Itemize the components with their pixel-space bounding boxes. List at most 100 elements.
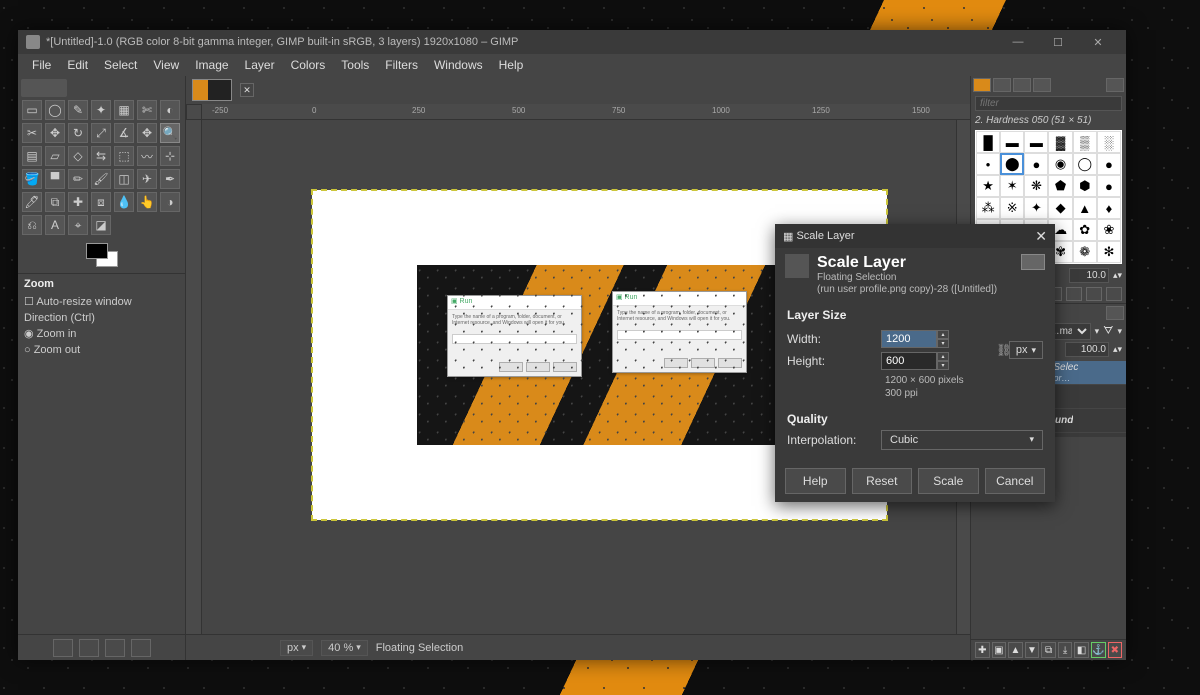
- reset-tool-preset-icon[interactable]: [131, 639, 151, 657]
- brush-preset[interactable]: ⬤: [1000, 153, 1024, 175]
- fonts-tab[interactable]: [1013, 78, 1031, 92]
- move-tool[interactable]: ✥: [137, 123, 157, 143]
- menu-select[interactable]: Select: [96, 58, 145, 72]
- auto-resize-checkbox[interactable]: ☐ Auto-resize window: [24, 294, 179, 310]
- lower-layer-icon[interactable]: ▼: [1025, 642, 1040, 658]
- close-button[interactable]: ✕: [1078, 30, 1118, 54]
- zoom-tool[interactable]: 🔍: [160, 123, 180, 143]
- brush-preset[interactable]: ░: [1097, 131, 1121, 153]
- restore-tool-preset-icon[interactable]: [79, 639, 99, 657]
- help-button[interactable]: Help: [785, 468, 846, 494]
- size-unit-dropdown[interactable]: px▾: [1009, 341, 1043, 359]
- brush-preset[interactable]: ✻: [1097, 241, 1121, 263]
- bucket-fill-tool[interactable]: 🪣: [22, 169, 42, 189]
- toolbox-tab[interactable]: [21, 79, 67, 97]
- color-picker-tool[interactable]: ⌖: [68, 215, 88, 235]
- perspective-tool[interactable]: ◇: [68, 146, 88, 166]
- brush-preset[interactable]: ❀: [1097, 219, 1121, 241]
- menu-layer[interactable]: Layer: [237, 58, 283, 72]
- brush-preset[interactable]: ●: [1024, 153, 1048, 175]
- brush-preset[interactable]: ▲: [1073, 197, 1097, 219]
- brush-preset[interactable]: █: [976, 131, 1000, 153]
- brush-preset[interactable]: ✦: [1024, 197, 1048, 219]
- brush-preset[interactable]: ⬟: [1048, 175, 1072, 197]
- handle-transform-tool[interactable]: ⊹: [160, 146, 180, 166]
- spacing-stepper-icon[interactable]: ▴▾: [1113, 270, 1122, 281]
- brush-preset[interactable]: ●: [1097, 175, 1121, 197]
- text-tool[interactable]: A: [45, 215, 65, 235]
- eraser-tool[interactable]: ◫: [114, 169, 134, 189]
- aspect-chain-icon[interactable]: ⛓: [999, 330, 1009, 370]
- paths-tool[interactable]: ⎌: [22, 215, 42, 235]
- width-spinbox[interactable]: ▴▾: [881, 330, 949, 348]
- brush-preset[interactable]: ✶: [1000, 175, 1024, 197]
- pencil-tool[interactable]: ✏: [68, 169, 88, 189]
- duplicate-layer-icon[interactable]: ⧉: [1041, 642, 1056, 658]
- 3d-transform-tool[interactable]: ◪: [91, 215, 111, 235]
- brush-preset[interactable]: ◆: [1048, 197, 1072, 219]
- menu-filters[interactable]: Filters: [377, 58, 426, 72]
- scissors-tool[interactable]: ✄: [137, 100, 157, 120]
- ruler-origin[interactable]: [186, 104, 202, 120]
- image-tab-thumbnail[interactable]: [192, 79, 232, 101]
- menu-file[interactable]: File: [24, 58, 59, 72]
- brush-preset[interactable]: ▬: [1000, 131, 1024, 153]
- layer-opacity-input[interactable]: [1065, 342, 1109, 357]
- width-input[interactable]: [881, 330, 937, 348]
- brush-preset[interactable]: ▬: [1024, 131, 1048, 153]
- airbrush-tool[interactable]: ✈: [137, 169, 157, 189]
- dialog-close-icon[interactable]: ✕: [1035, 228, 1047, 245]
- delete-layer-icon[interactable]: ✖: [1108, 642, 1123, 658]
- delete-tool-preset-icon[interactable]: [105, 639, 125, 657]
- scale-tool[interactable]: ⤢: [91, 123, 111, 143]
- brush-filter-input[interactable]: [975, 96, 1122, 111]
- duplicate-brush-icon[interactable]: [1066, 287, 1082, 301]
- new-layer-icon[interactable]: ✚: [975, 642, 990, 658]
- heal-tool[interactable]: ✚: [68, 192, 88, 212]
- layers-dock-menu-icon[interactable]: [1106, 306, 1124, 320]
- free-select-tool[interactable]: ✎: [68, 100, 88, 120]
- brush-preset[interactable]: ⬢: [1073, 175, 1097, 197]
- vertical-ruler[interactable]: [186, 120, 202, 634]
- zoom-in-radio[interactable]: ◉ Zoom in: [24, 326, 179, 342]
- opacity-stepper-icon[interactable]: ▴▾: [1113, 344, 1122, 355]
- refresh-brushes-icon[interactable]: [1106, 287, 1122, 301]
- cancel-button[interactable]: Cancel: [985, 468, 1046, 494]
- fg-color-swatch[interactable]: [86, 243, 108, 259]
- horizontal-ruler[interactable]: -250 0 250 500 750 1000 1250 1500: [202, 104, 970, 120]
- minimize-button[interactable]: —: [998, 30, 1038, 54]
- brush-preset[interactable]: ❁: [1073, 241, 1097, 263]
- menu-colors[interactable]: Colors: [283, 58, 334, 72]
- brush-preset[interactable]: ▒: [1073, 131, 1097, 153]
- brush-preset[interactable]: ◉: [1048, 153, 1072, 175]
- reset-button[interactable]: Reset: [852, 468, 913, 494]
- color-swatches[interactable]: [18, 237, 185, 273]
- raise-layer-icon[interactable]: ▲: [1008, 642, 1023, 658]
- brush-preset[interactable]: ❋: [1024, 175, 1048, 197]
- mypaint-tool[interactable]: 🖊: [22, 192, 42, 212]
- interpolation-dropdown[interactable]: Cubic▾: [881, 430, 1043, 450]
- crop-tool[interactable]: ✂: [22, 123, 42, 143]
- rotate-tool[interactable]: ↻: [68, 123, 88, 143]
- blur-tool[interactable]: 💧: [114, 192, 134, 212]
- brush-spacing-input[interactable]: [1069, 268, 1109, 283]
- status-zoom-dropdown[interactable]: 40 % ▾: [321, 640, 368, 656]
- save-tool-preset-icon[interactable]: [53, 639, 73, 657]
- shear-tool[interactable]: ▱: [45, 146, 65, 166]
- brush-preset[interactable]: •: [976, 153, 1000, 175]
- maximize-button[interactable]: ☐: [1038, 30, 1078, 54]
- brush-preset[interactable]: ★: [976, 175, 1000, 197]
- dock-menu-icon[interactable]: [1106, 78, 1124, 92]
- menu-tools[interactable]: Tools: [333, 58, 377, 72]
- smudge-tool[interactable]: 👆: [137, 192, 157, 212]
- rect-select-tool[interactable]: ▭: [22, 100, 42, 120]
- measure-tool[interactable]: ∡: [114, 123, 134, 143]
- height-input[interactable]: [881, 352, 937, 370]
- dodge-burn-tool[interactable]: ◑: [160, 192, 180, 212]
- delete-brush-icon[interactable]: [1086, 287, 1102, 301]
- scale-button[interactable]: Scale: [918, 468, 979, 494]
- ellipse-select-tool[interactable]: ◯: [45, 100, 65, 120]
- warp-tool[interactable]: 〰: [137, 146, 157, 166]
- gradient-tool[interactable]: ▀: [45, 169, 65, 189]
- brush-preset[interactable]: ◯: [1073, 153, 1097, 175]
